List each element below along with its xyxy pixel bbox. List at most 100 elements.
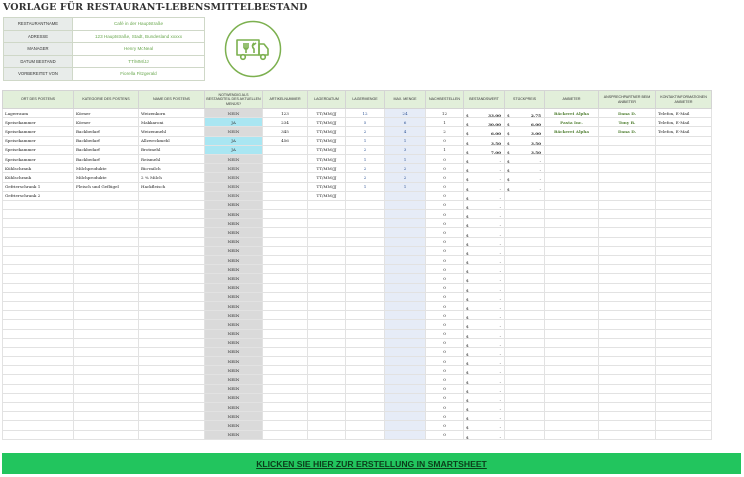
cell-notw[interactable]: NEIN — [204, 245, 263, 257]
cell-max[interactable] — [384, 209, 426, 220]
cell-kontakt[interactable] — [655, 135, 712, 146]
cell-ort[interactable] — [2, 199, 74, 211]
cell-ort[interactable] — [2, 401, 74, 413]
cell-kat[interactable]: Backbedarf — [73, 144, 139, 155]
cell-max[interactable] — [384, 374, 426, 385]
cell-wert[interactable]: $ - — [463, 365, 505, 376]
cell-kontakt[interactable] — [655, 310, 712, 321]
cell-kat[interactable] — [73, 209, 139, 220]
cell-anb[interactable] — [544, 411, 599, 422]
cell-nach[interactable]: 0 — [425, 346, 464, 358]
cell-anb[interactable] — [544, 227, 599, 238]
cell-notw[interactable]: NEIN — [204, 356, 263, 367]
cell-menge[interactable] — [345, 383, 385, 394]
cell-kat[interactable] — [73, 374, 139, 385]
cell-art[interactable] — [262, 365, 308, 376]
cell-menge[interactable] — [345, 429, 385, 440]
cell-wert[interactable]: $ - — [463, 190, 505, 201]
cell-wert[interactable]: $ - — [463, 300, 505, 312]
cell-menge[interactable] — [345, 420, 385, 431]
cell-datum[interactable] — [307, 401, 346, 413]
cell-max[interactable] — [384, 337, 426, 348]
cell-kat[interactable] — [73, 218, 139, 229]
cell-name[interactable] — [138, 190, 205, 201]
cell-kontakt[interactable] — [655, 227, 712, 238]
cell-preis[interactable] — [504, 264, 545, 275]
cell-preis[interactable] — [504, 282, 545, 293]
cell-nach[interactable]: 0 — [425, 181, 464, 192]
cell-datum[interactable] — [307, 254, 346, 266]
cell-anb[interactable] — [544, 420, 599, 431]
cell-anb[interactable] — [544, 401, 599, 413]
cell-kontakt[interactable] — [655, 209, 712, 220]
cell-art[interactable] — [262, 264, 308, 275]
cell-menge[interactable] — [345, 236, 385, 247]
cell-menge[interactable] — [345, 190, 385, 201]
cell-kat[interactable] — [73, 254, 139, 266]
cell-menge[interactable] — [345, 337, 385, 348]
cell-anb[interactable] — [544, 153, 599, 165]
cell-kontakt[interactable] — [655, 346, 712, 358]
cell-nach[interactable]: 0 — [425, 319, 464, 330]
cell-menge[interactable] — [345, 254, 385, 266]
cell-ansp[interactable] — [598, 310, 656, 321]
cell-wert[interactable]: $ - — [463, 236, 505, 247]
cell-art[interactable] — [262, 429, 308, 440]
cell-kontakt[interactable] — [655, 218, 712, 229]
cell-menge[interactable]: 12 — [345, 107, 385, 119]
cell-anb[interactable] — [544, 346, 599, 358]
cell-ort[interactable] — [2, 218, 74, 229]
cell-art[interactable] — [262, 356, 308, 367]
cell-nach[interactable]: 0 — [425, 411, 464, 422]
cell-name[interactable]: Weizenkorn — [138, 107, 205, 119]
cell-kat[interactable]: Milchprodukte — [73, 163, 139, 174]
cell-kontakt[interactable] — [655, 328, 712, 339]
cell-ort[interactable]: Speisekammer — [2, 117, 74, 128]
cell-name[interactable] — [138, 282, 205, 293]
cell-ort[interactable] — [2, 209, 74, 220]
cell-max[interactable] — [384, 356, 426, 367]
cell-kontakt[interactable] — [655, 319, 712, 330]
cell-kat[interactable] — [73, 429, 139, 440]
cell-notw[interactable]: NEIN — [204, 401, 263, 413]
cell-ort[interactable]: Speisekammer — [2, 153, 74, 165]
cell-nach[interactable]: 0 — [425, 245, 464, 257]
cell-menge[interactable] — [345, 310, 385, 321]
cell-notw[interactable]: NEIN — [204, 300, 263, 312]
cell-datum[interactable]: TT/MM/JJ — [307, 190, 346, 201]
cell-kat[interactable] — [73, 319, 139, 330]
cell-preis[interactable] — [504, 199, 545, 211]
cell-nach[interactable]: 0 — [425, 227, 464, 238]
cell-name[interactable] — [138, 245, 205, 257]
cell-kat[interactable] — [73, 411, 139, 422]
cell-art[interactable] — [262, 254, 308, 266]
cell-datum[interactable]: TT/MM/JJ — [307, 181, 346, 192]
cell-max[interactable] — [384, 346, 426, 358]
cell-datum[interactable] — [307, 218, 346, 229]
cell-wert[interactable]: $ - — [463, 429, 505, 440]
cell-wert[interactable]: $ - — [463, 245, 505, 257]
cell-wert[interactable]: $ - — [463, 392, 505, 404]
cell-art[interactable]: 234 — [262, 117, 308, 128]
cell-notw[interactable]: NEIN — [204, 319, 263, 330]
cell-ort[interactable] — [2, 291, 74, 302]
cell-anb[interactable] — [544, 190, 599, 201]
cell-preis[interactable] — [504, 273, 545, 284]
cell-max[interactable]: 24 — [384, 107, 426, 119]
cell-nach[interactable]: 0 — [425, 218, 464, 229]
cell-max[interactable]: 2 — [384, 163, 426, 174]
cell-nach[interactable]: 0 — [425, 153, 464, 165]
cell-notw[interactable]: NEIN — [204, 181, 263, 192]
cell-notw[interactable]: NEIN — [204, 126, 263, 137]
cell-preis[interactable] — [504, 365, 545, 376]
cell-name[interactable] — [138, 254, 205, 266]
cell-art[interactable] — [262, 346, 308, 358]
cell-nach[interactable]: 0 — [425, 310, 464, 321]
cell-art[interactable] — [262, 144, 308, 155]
cell-anb[interactable] — [544, 282, 599, 293]
cell-nach[interactable]: 0 — [425, 383, 464, 394]
cell-ansp[interactable] — [598, 365, 656, 376]
cell-max[interactable] — [384, 401, 426, 413]
cell-ort[interactable]: Kühlschrank — [2, 163, 74, 174]
cell-ansp[interactable] — [598, 346, 656, 358]
